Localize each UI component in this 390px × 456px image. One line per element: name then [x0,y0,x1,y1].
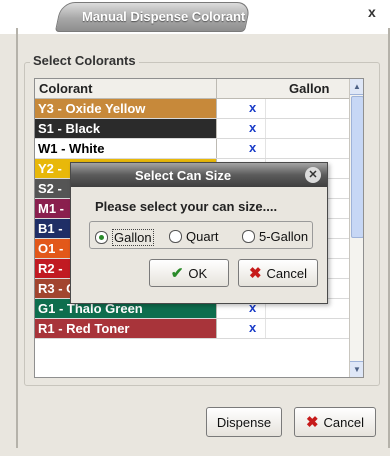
radio-5-gallon[interactable]: 5-Gallon [242,229,308,244]
cancel-button[interactable]: ✖ Cancel [294,407,376,437]
table-row[interactable]: S1 - Black x [35,119,349,139]
cell-divider [216,99,217,118]
cell-divider [216,119,217,138]
scroll-down-icon[interactable]: ▼ [350,361,363,377]
cell-divider [216,319,217,338]
cancel-x-icon: ✖ [248,265,262,282]
select-can-size-dialog: Select Can Size ✕ Please select your can… [70,162,328,304]
cell-divider [265,99,266,118]
window-title: Manual Dispense Colorant [82,9,246,24]
cancel-button-label: Cancel [323,414,365,430]
radio-gallon-label: Gallon [112,229,154,246]
gallon-selection-mark[interactable]: x [249,320,256,335]
gallon-selection-mark[interactable]: x [249,140,256,155]
manual-dispense-window: Manual Dispense Colorant x Select Colora… [0,0,390,456]
colorant-name-cell[interactable]: Y3 - Oxide Yellow [35,99,216,118]
table-row[interactable]: W1 - White x [35,139,349,159]
radio-dot-icon[interactable] [169,230,182,243]
ok-button-label: OK [188,265,208,281]
radio-dot-selected-icon[interactable] [95,231,108,244]
cell-divider [265,119,266,138]
header-divider [216,79,217,98]
dialog-title: Select Can Size [135,168,232,183]
column-header-colorant[interactable]: Colorant [39,81,92,96]
grid-header: Colorant Gallon [35,79,349,99]
window-close-icon[interactable]: x [368,4,388,24]
ok-button[interactable]: ✔ OK [149,259,229,287]
radio-dot-icon[interactable] [242,230,255,243]
dispense-button-label: Dispense [216,414,272,430]
dialog-title-bar: Select Can Size ✕ [71,163,327,187]
radio-quart[interactable]: Quart [169,229,219,244]
cell-divider [216,139,217,158]
cancel-x-icon: ✖ [305,414,319,431]
table-row[interactable]: Y3 - Oxide Yellow x [35,99,349,119]
dispense-button[interactable]: Dispense [206,407,282,437]
radio-5-gallon-label: 5-Gallon [259,229,309,244]
checkmark-icon: ✔ [170,265,184,282]
gallon-selection-mark[interactable]: x [249,120,256,135]
scroll-thumb[interactable] [351,96,363,238]
colorant-name-cell[interactable]: R1 - Red Toner [35,319,216,338]
dialog-cancel-button[interactable]: ✖ Cancel [238,259,318,287]
group-legend: Select Colorants [30,53,139,68]
dialog-cancel-label: Cancel [266,265,308,281]
cell-divider [265,139,266,158]
gallon-selection-mark[interactable]: x [249,100,256,115]
table-row[interactable]: R1 - Red Toner x [35,319,349,339]
colorant-name-cell[interactable]: S1 - Black [35,119,216,138]
can-size-prompt: Please select your can size.... [95,199,278,214]
colorant-name-cell[interactable]: W1 - White [35,139,216,158]
radio-gallon[interactable]: Gallon [95,229,154,246]
cell-divider [265,319,266,338]
scroll-up-icon[interactable]: ▲ [350,79,363,95]
radio-quart-label: Quart [186,229,219,244]
grid-scrollbar[interactable]: ▲ ▼ [349,79,363,377]
dialog-close-icon[interactable]: ✕ [305,167,321,183]
column-header-gallon[interactable]: Gallon [289,81,329,96]
